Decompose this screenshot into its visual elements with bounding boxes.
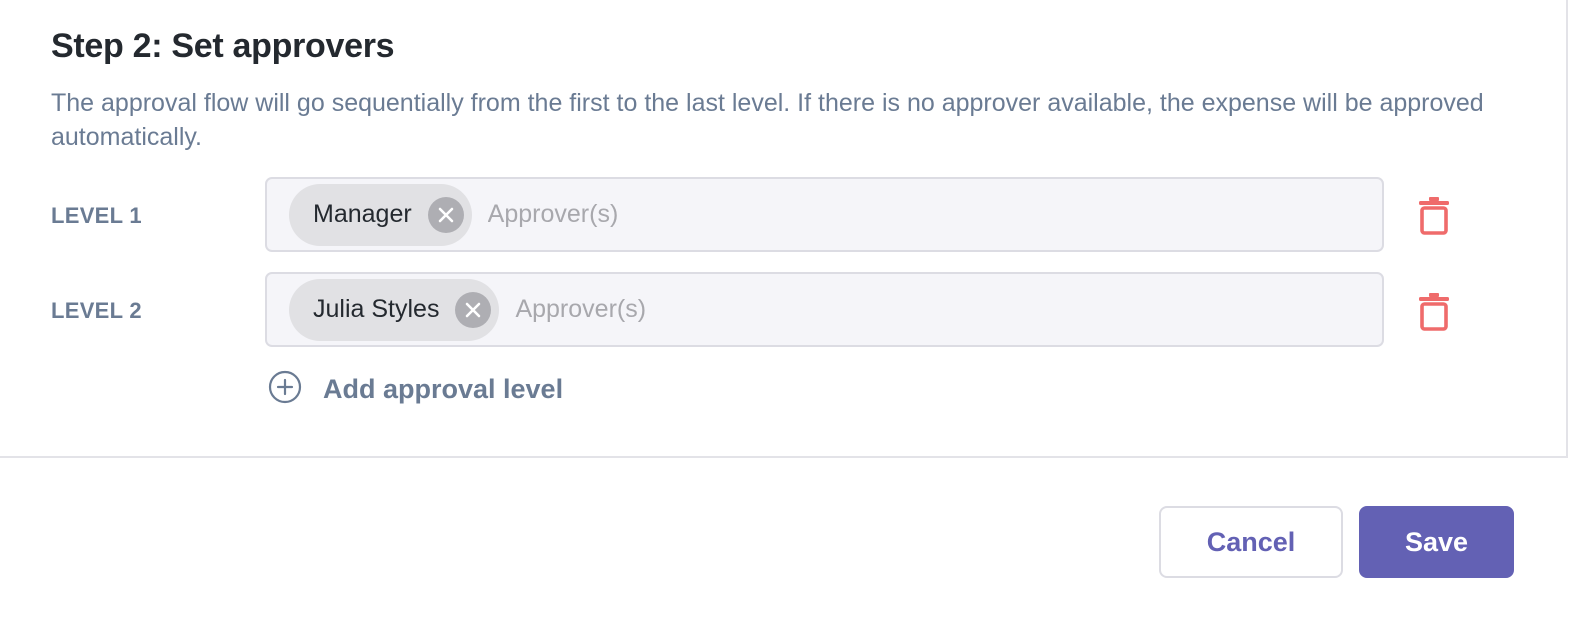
approver-chip-label: Manager — [313, 200, 412, 228]
add-approval-level-button[interactable]: Add approval level — [268, 370, 563, 409]
level-1-approver-input[interactable] — [485, 199, 990, 230]
step-title: Step 2: Set approvers — [51, 27, 395, 65]
delete-level-1-icon[interactable] — [1417, 195, 1451, 235]
approvers-section: Step 2: Set approvers The approval flow … — [0, 0, 1568, 458]
cancel-button[interactable]: Cancel — [1159, 506, 1343, 578]
add-approval-level-label: Add approval level — [323, 374, 564, 404]
remove-approver-icon[interactable] — [455, 291, 492, 328]
level-2-approver-input[interactable] — [513, 294, 1018, 325]
delete-level-2-icon[interactable] — [1417, 291, 1451, 331]
level-1-label: LEVEL 1 — [51, 203, 142, 228]
level-1-approver-field[interactable]: Manager — [265, 177, 1384, 252]
approval-flow-dialog: Step 2: Set approvers The approval flow … — [0, 0, 1578, 621]
approver-chip-julia-styles: Julia Styles — [289, 278, 500, 341]
remove-approver-icon[interactable] — [427, 196, 464, 233]
step-description: The approval flow will go sequentially f… — [51, 89, 1484, 151]
save-button[interactable]: Save — [1359, 506, 1514, 578]
level-2-approver-field[interactable]: Julia Styles — [265, 272, 1384, 347]
approver-chip-label: Julia Styles — [313, 295, 440, 323]
plus-circle-icon — [268, 370, 302, 409]
approver-chip-manager: Manager — [289, 183, 472, 246]
level-2-label: LEVEL 2 — [51, 298, 142, 323]
